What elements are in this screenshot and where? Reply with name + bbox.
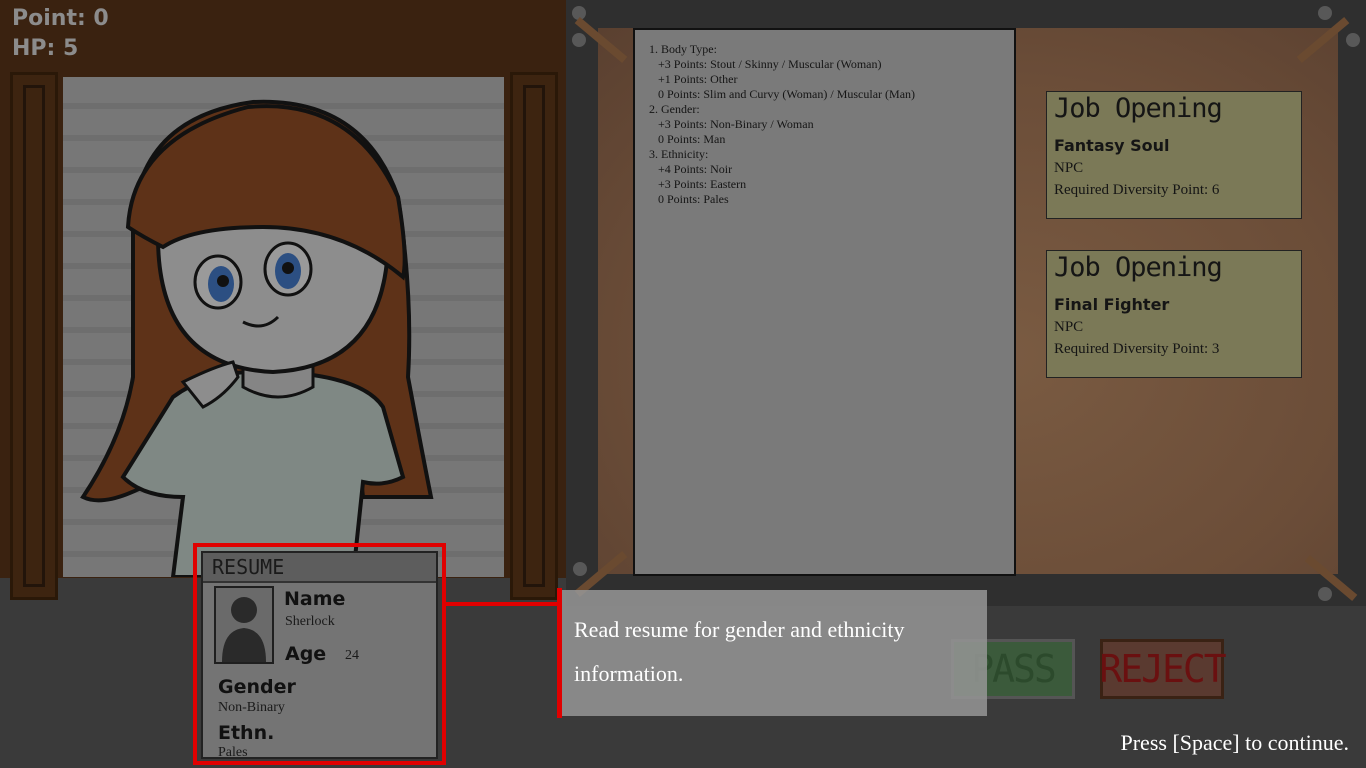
rule-line: 0 Points: Slim and Curvy (Woman) / Muscu… bbox=[649, 87, 916, 101]
job-name: Fantasy Soul bbox=[1054, 136, 1170, 155]
job-card-heading: Job Opening bbox=[1054, 93, 1223, 124]
candidate-portrait bbox=[63, 77, 504, 577]
rule-line: +3 Points: Stout / Skinny / Muscular (Wo… bbox=[649, 57, 882, 71]
job-name: Final Fighter bbox=[1054, 295, 1170, 314]
resume-name-value: Sherlock bbox=[285, 614, 335, 629]
rule-line: 1. Body Type: bbox=[649, 42, 717, 56]
job-requirement: Required Diversity Point: 3 bbox=[1054, 341, 1220, 357]
job-role: NPC bbox=[1054, 160, 1084, 176]
resume-ethnicity-label: Ethn. bbox=[218, 722, 275, 744]
resume-gender-value: Non-Binary bbox=[218, 700, 285, 715]
bolt bbox=[572, 33, 586, 47]
point-counter: Point: 0 bbox=[12, 6, 109, 31]
rule-line: 2. Gender: bbox=[649, 102, 700, 116]
rule-line: 0 Points: Man bbox=[649, 132, 726, 146]
candidate-character-illustration bbox=[80, 99, 434, 577]
resume-gender-label: Gender bbox=[218, 676, 296, 698]
tutorial-tip-box: Read resume for gender and ethnicity inf… bbox=[562, 590, 987, 716]
rule-line: 0 Points: Pales bbox=[649, 192, 729, 206]
rule-line: +4 Points: Noir bbox=[649, 162, 733, 176]
resume-age-value: 24 bbox=[345, 648, 359, 663]
callout-connector bbox=[446, 602, 561, 606]
resume-header: RESUME bbox=[203, 553, 436, 583]
job-card-heading: Job Opening bbox=[1054, 252, 1223, 283]
hp-counter: HP: 5 bbox=[12, 36, 79, 61]
job-role: NPC bbox=[1054, 319, 1084, 335]
bolt bbox=[1318, 6, 1332, 20]
rule-line: +3 Points: Eastern bbox=[649, 177, 747, 191]
rule-line: +1 Points: Other bbox=[649, 72, 738, 86]
resume-title: RESUME bbox=[212, 555, 285, 579]
avatar bbox=[214, 586, 274, 664]
bolt bbox=[1346, 33, 1360, 47]
window-frame-right bbox=[510, 72, 558, 600]
resume-card[interactable]: RESUME Name Sherlock Age 24 Gender Non-B… bbox=[201, 551, 438, 759]
continue-prompt[interactable]: Press [Space] to continue. bbox=[1121, 730, 1350, 756]
resume-age-label: Age bbox=[285, 643, 327, 665]
window-frame-left bbox=[10, 72, 58, 600]
resume-ethnicity-value: Pales bbox=[218, 745, 248, 759]
bolt bbox=[1318, 587, 1332, 601]
bolt bbox=[573, 562, 587, 576]
rule-line: 3. Ethnicity: bbox=[649, 147, 709, 161]
job-requirement: Required Diversity Point: 6 bbox=[1054, 182, 1220, 198]
scoring-rules-sheet: 1. Body Type: +3 Points: Stout / Skinny … bbox=[633, 28, 1016, 576]
job-opening-card[interactable]: Job Opening Final Fighter NPC Required D… bbox=[1046, 250, 1302, 378]
job-opening-card[interactable]: Job Opening Fantasy Soul NPC Required Di… bbox=[1046, 91, 1302, 219]
reject-button[interactable]: REJECT bbox=[1099, 639, 1227, 699]
resume-name-label: Name bbox=[284, 588, 346, 610]
rule-line: +3 Points: Non-Binary / Woman bbox=[649, 117, 814, 131]
person-silhouette-icon bbox=[222, 597, 266, 662]
